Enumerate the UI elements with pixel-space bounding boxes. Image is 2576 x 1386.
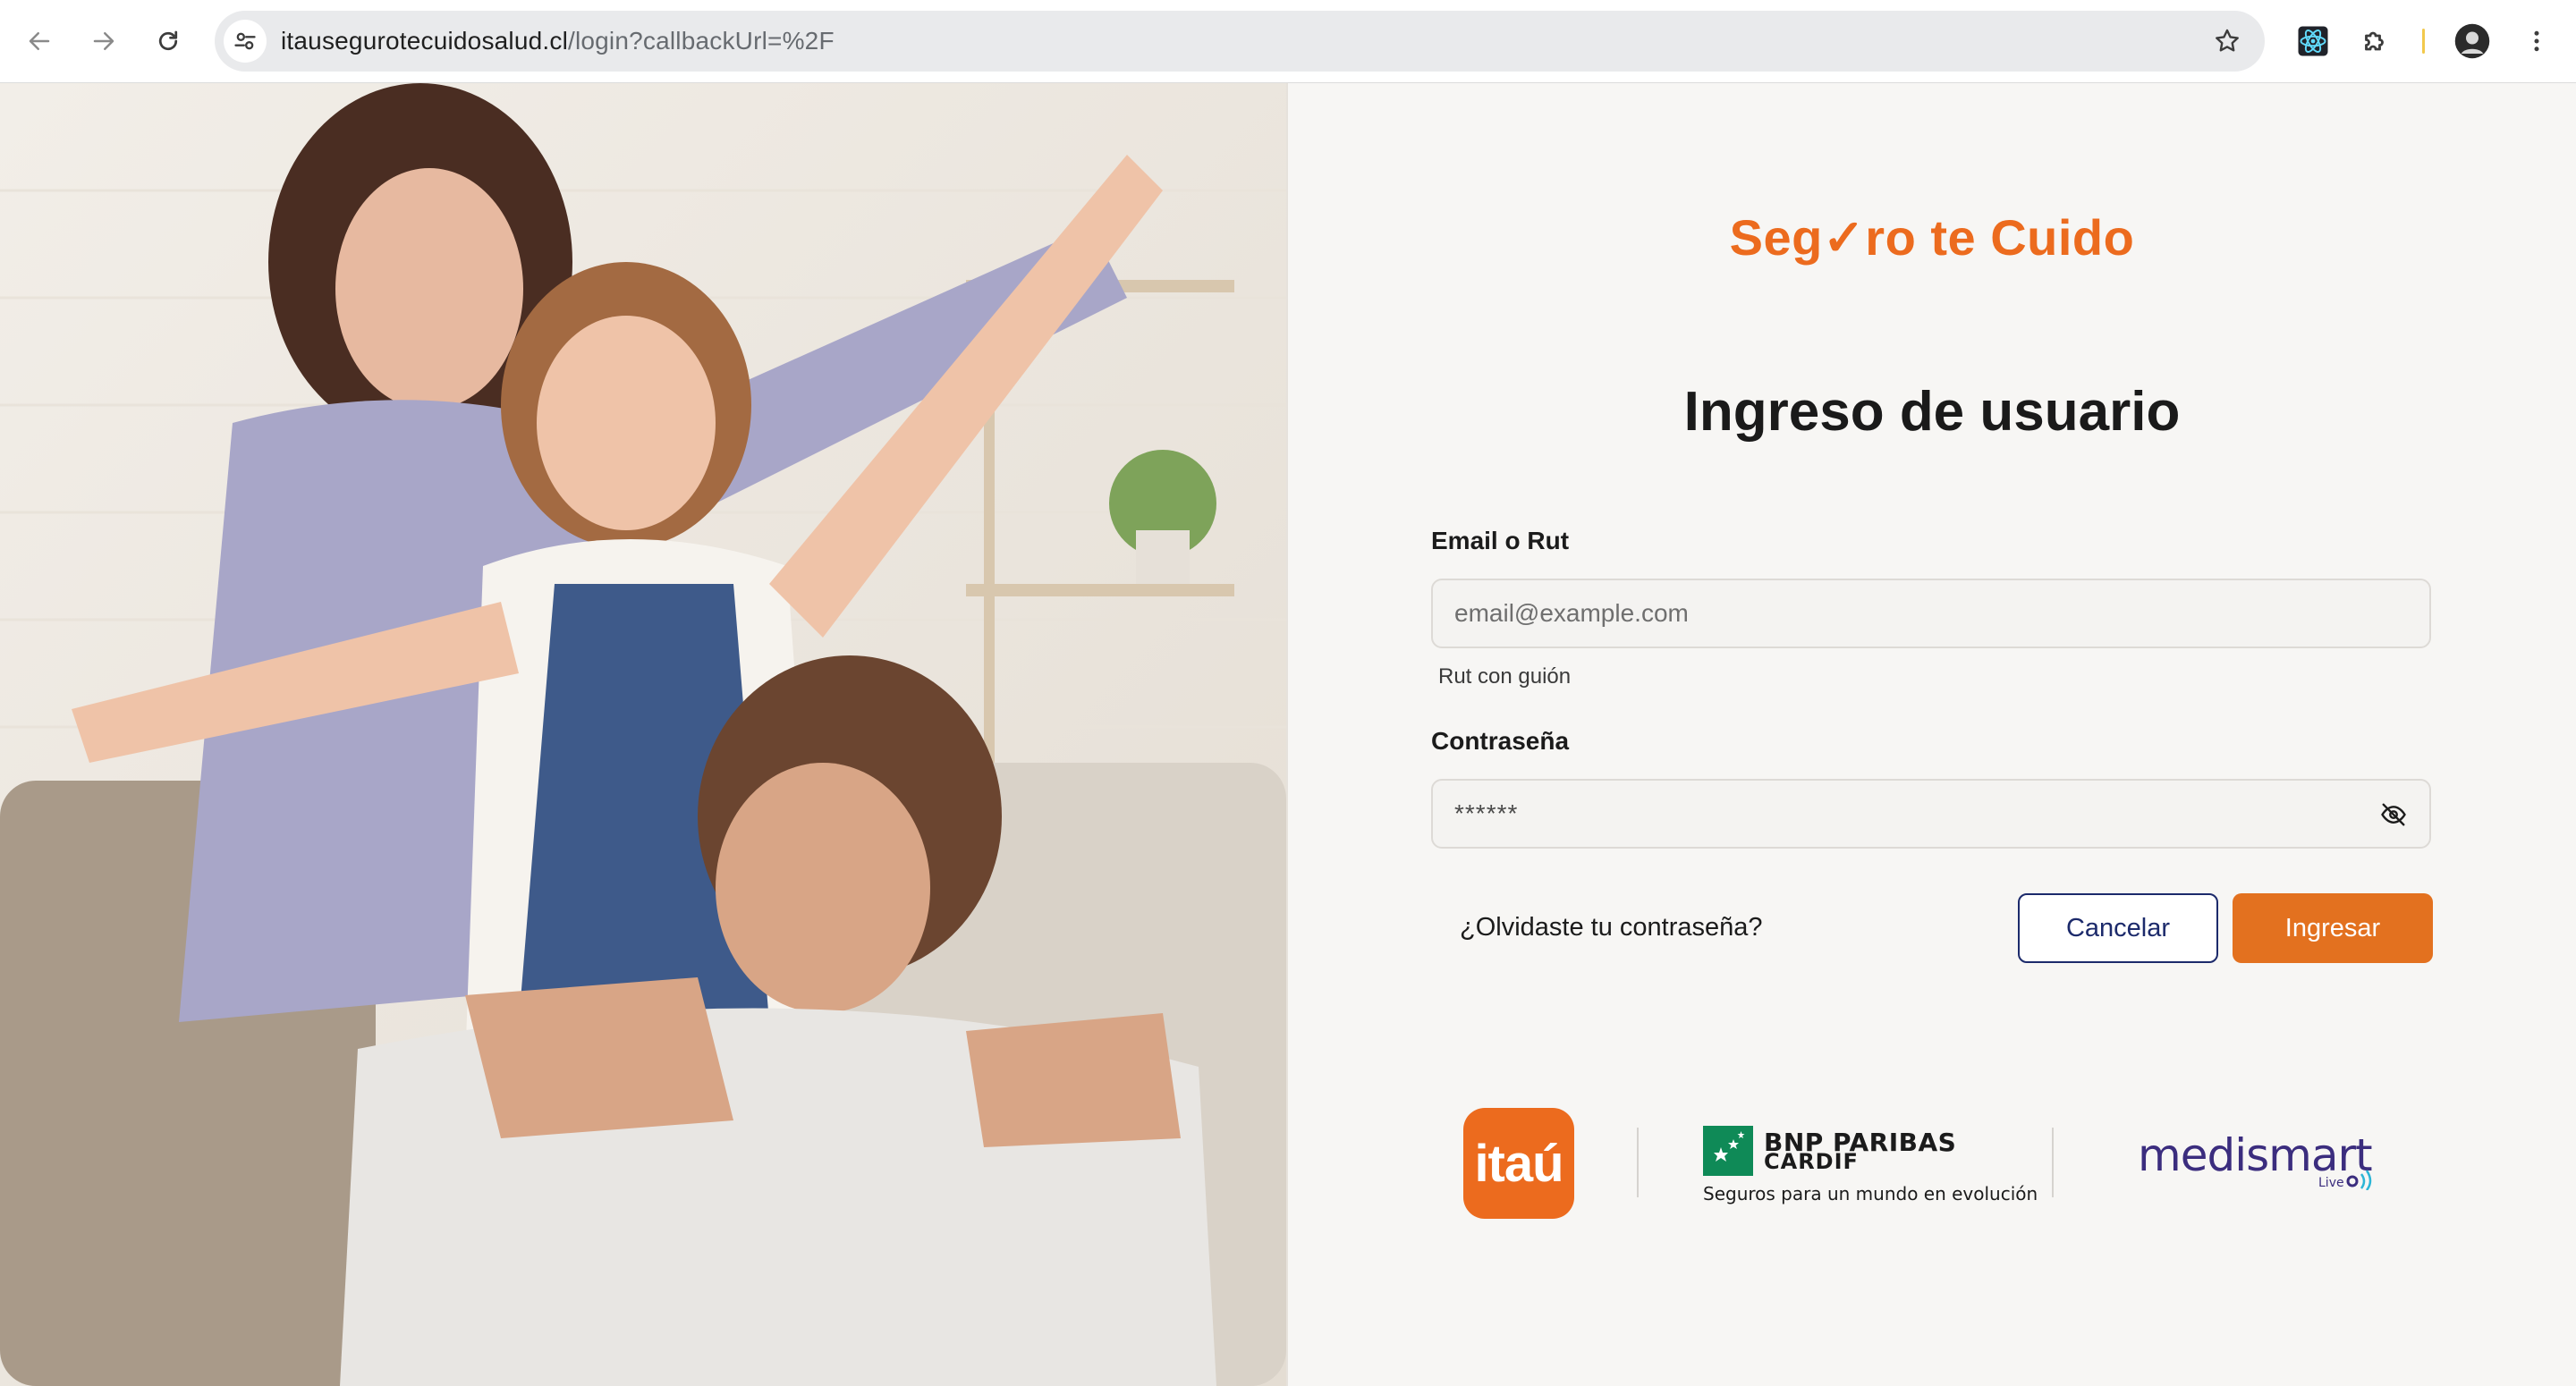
email-label: Email o Rut [1431, 527, 1570, 554]
page-title: Ingreso de usuario [1683, 381, 2181, 443]
url-path: /login?callbackUrl=%2F [567, 27, 835, 55]
eye-off-icon[interactable] [2377, 800, 2410, 829]
reload-icon[interactable] [145, 18, 191, 64]
medismart-live-label: Live [2318, 1176, 2344, 1190]
address-bar[interactable]: itausegurotecuidosalud.cl/login?callback… [215, 11, 2265, 72]
forward-arrow-icon[interactable] [80, 18, 127, 64]
medismart-logo: medismart [2138, 1129, 2373, 1181]
family-photo [0, 83, 1288, 1386]
logo-divider [2052, 1128, 2054, 1197]
email-field-container [1431, 579, 2431, 648]
logo-divider [1637, 1128, 1639, 1197]
email-hint: Rut con guión [1438, 664, 1572, 689]
bnp-cardif-name: CARDIF [1764, 1149, 1859, 1174]
login-panel: Seg✓ro te Cuido Ingreso de usuario Email… [1288, 83, 2576, 1386]
avatar[interactable] [2451, 20, 2494, 63]
react-devtools-icon[interactable] [2292, 20, 2334, 63]
email-input[interactable] [1433, 580, 2429, 647]
back-arrow-icon[interactable] [16, 18, 63, 64]
login-page: Seg✓ro te Cuido Ingreso de usuario Email… [0, 83, 2576, 1386]
url-host: itausegurotecuidosalud.cl [281, 27, 568, 55]
kebab-menu-icon[interactable] [2515, 20, 2558, 63]
brand-logo: Seg✓ro te Cuido [1729, 209, 2135, 266]
bnp-tagline: Seguros para un mundo en evolución [1703, 1183, 2038, 1204]
browser-toolbar: itausegurotecuidosalud.cl/login?callback… [0, 0, 2576, 83]
itau-logo: itaú [1463, 1108, 1574, 1219]
bnp-stars-icon [1703, 1126, 1753, 1176]
password-value: ****** [1454, 799, 1519, 827]
puzzle-icon[interactable] [2354, 20, 2397, 63]
toolbar-divider [2422, 29, 2425, 54]
password-field[interactable]: ****** [1431, 779, 2431, 849]
star-icon[interactable] [2209, 23, 2245, 59]
itau-logo-text: itaú [1474, 1134, 1563, 1193]
password-label: Contraseña [1431, 727, 1570, 755]
forgot-password-link[interactable]: ¿Olvidaste tu contraseña? [1460, 913, 1763, 942]
login-button[interactable]: Ingresar [2233, 893, 2433, 963]
signal-waves-icon [2346, 1170, 2372, 1190]
url-text[interactable]: itausegurotecuidosalud.cl/login?callback… [281, 11, 835, 72]
cancel-button[interactable]: Cancelar [2018, 893, 2218, 963]
site-info-icon[interactable] [224, 20, 267, 63]
